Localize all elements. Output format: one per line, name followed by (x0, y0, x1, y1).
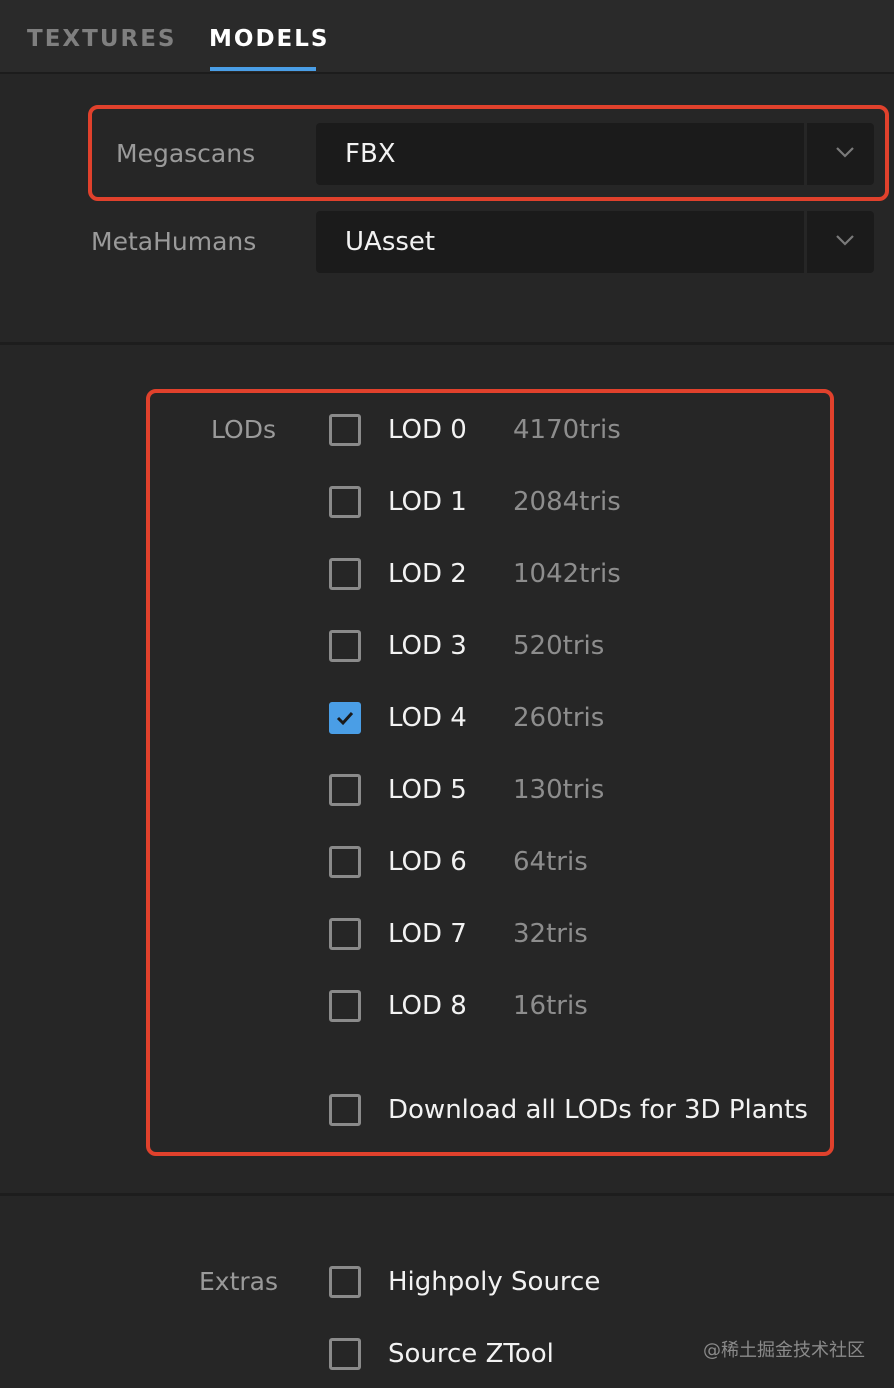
metahumans-label: MetaHumans (91, 227, 257, 256)
highpoly-source-label: Highpoly Source (388, 1267, 601, 1297)
lod-3-name: LOD 3 (388, 631, 467, 661)
lod-2-name: LOD 2 (388, 559, 467, 589)
lod-5-tris: 130tris (513, 775, 605, 805)
select-divider (804, 123, 807, 185)
section-divider (0, 1193, 894, 1196)
chevron-down-icon[interactable] (832, 227, 858, 253)
lod-7-checkbox[interactable] (329, 918, 361, 950)
metahumans-format-select[interactable]: UAsset (316, 211, 874, 273)
lod-4-name: LOD 4 (388, 703, 467, 733)
download-all-lods-label: Download all LODs for 3D Plants (388, 1095, 808, 1125)
active-tab-indicator (210, 67, 316, 71)
lod-8-checkbox[interactable] (329, 990, 361, 1022)
select-divider (804, 211, 807, 273)
lod-3-tris: 520tris (513, 631, 605, 661)
lod-5-checkbox[interactable] (329, 774, 361, 806)
highpoly-source-checkbox[interactable] (329, 1266, 361, 1298)
lod-8-tris: 16tris (513, 991, 588, 1021)
lod-3-checkbox[interactable] (329, 630, 361, 662)
lod-0-tris: 4170tris (513, 415, 621, 445)
lod-6-checkbox[interactable] (329, 846, 361, 878)
tab-bar: TEXTURES MODELS (0, 0, 894, 74)
metahumans-format-value: UAsset (345, 227, 436, 257)
megascans-format-value: FBX (345, 139, 396, 169)
lod-0-name: LOD 0 (388, 415, 467, 445)
lod-7-name: LOD 7 (388, 919, 467, 949)
megascans-label: Megascans (116, 139, 256, 168)
download-all-lods-checkbox[interactable] (329, 1094, 361, 1126)
lod-6-name: LOD 6 (388, 847, 467, 877)
lod-2-tris: 1042tris (513, 559, 621, 589)
lods-highlight-box (146, 389, 834, 1156)
lod-8-name: LOD 8 (388, 991, 467, 1021)
lod-1-checkbox[interactable] (329, 486, 361, 518)
lods-label: LODs (211, 415, 276, 444)
lod-6-tris: 64tris (513, 847, 588, 877)
lod-4-checkbox[interactable] (329, 702, 361, 734)
lod-5-name: LOD 5 (388, 775, 467, 805)
tab-models[interactable]: MODELS (209, 26, 329, 52)
lod-1-tris: 2084tris (513, 487, 621, 517)
models-settings-panel: TEXTURES MODELS Megascans FBX MetaHumans… (0, 0, 894, 1388)
source-ztool-label: Source ZTool (388, 1339, 554, 1369)
tab-textures[interactable]: TEXTURES (27, 26, 177, 52)
checkmark-icon (336, 711, 354, 726)
lod-4-tris: 260tris (513, 703, 605, 733)
watermark: @稀土掘金技术社区 (703, 1340, 865, 1361)
lod-1-name: LOD 1 (388, 487, 467, 517)
extras-label: Extras (199, 1267, 279, 1296)
section-divider (0, 342, 894, 345)
lod-7-tris: 32tris (513, 919, 588, 949)
lod-0-checkbox[interactable] (329, 414, 361, 446)
chevron-down-icon[interactable] (832, 139, 858, 165)
megascans-format-select[interactable]: FBX (316, 123, 874, 185)
source-ztool-checkbox[interactable] (329, 1338, 361, 1370)
lod-2-checkbox[interactable] (329, 558, 361, 590)
